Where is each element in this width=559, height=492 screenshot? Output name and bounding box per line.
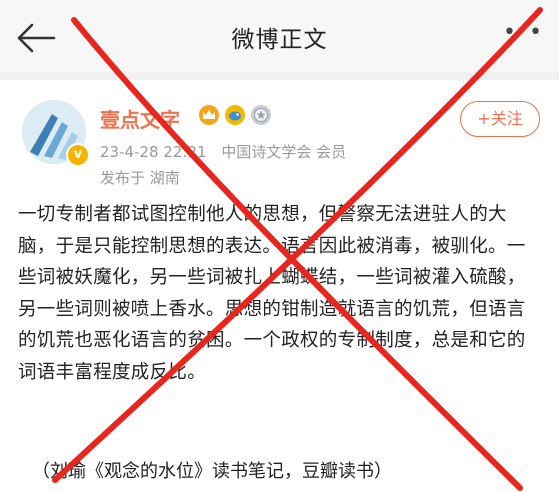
post-time: 23-4-28 22:21 bbox=[100, 143, 207, 161]
user-badges bbox=[198, 104, 272, 126]
crown-badge-icon[interactable] bbox=[198, 104, 220, 126]
follow-button[interactable]: +关注 bbox=[460, 101, 540, 137]
post-content: 一切专制者都试图控制他人的思想，但警察无法进驻人的大脑，于是只能控制思想的表达。… bbox=[18, 204, 526, 383]
post-location: 发布于 湖南 bbox=[100, 169, 180, 187]
verified-badge-icon: v bbox=[66, 143, 90, 167]
post-citation: （刘瑜《观念的水位》读书笔记，豆瓣读书） bbox=[32, 461, 392, 482]
silver-medal-badge-icon[interactable] bbox=[250, 104, 272, 126]
author-name[interactable]: 壹点文字 bbox=[100, 104, 180, 133]
post-meta: 23-4-28 22:21 中国诗文学会 会员 bbox=[100, 141, 356, 162]
page-title: 微博正文 bbox=[231, 27, 328, 53]
blue-bird-badge-icon[interactable] bbox=[224, 104, 246, 126]
more-options-button[interactable]: • • bbox=[503, 20, 545, 45]
author-title: 中国诗文学会 会员 bbox=[221, 143, 347, 161]
header-divider bbox=[0, 72, 559, 80]
top-navigation-bar: 微博正文 • • bbox=[0, 0, 559, 72]
